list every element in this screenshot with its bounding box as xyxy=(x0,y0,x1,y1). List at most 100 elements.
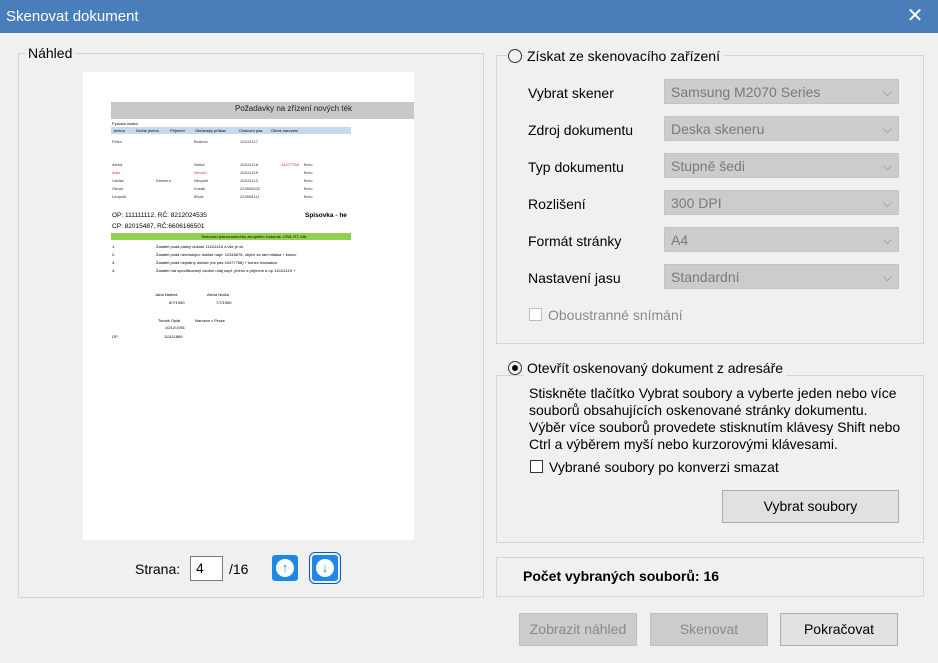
field-combo-value: Deska skeneru xyxy=(671,121,765,137)
preview-cell: Artur xyxy=(112,170,121,175)
preview-cell: 111111118 xyxy=(240,162,258,167)
arrow-down-circle-icon: ↓ xyxy=(316,559,334,577)
preview-op-line2: CP: 82015487, RČ:6606166501 xyxy=(112,223,205,230)
field-label: Zdroj dokumentu xyxy=(528,122,634,138)
preview-green-text: Testovací jednoznačného zkrojného čudami… xyxy=(201,234,307,239)
preview-column-header: Okres narození xyxy=(271,128,299,133)
close-icon[interactable]: ✕ xyxy=(892,0,938,33)
preview-cell: Brno xyxy=(304,170,313,175)
total-pages: /16 xyxy=(229,561,249,577)
chevron-down-icon: ⌵ xyxy=(882,270,892,284)
preview-item-number: 1. xyxy=(112,244,116,249)
chevron-down-icon: ⌵ xyxy=(882,159,892,173)
preview-item-number: 2. xyxy=(112,252,116,257)
preview-column-header: Jméno xyxy=(113,128,126,133)
field-label: Nastavení jasu xyxy=(528,270,621,286)
page-number-input[interactable]: 4 xyxy=(190,556,223,581)
preview-column-header: Cestovní pas xyxy=(239,128,263,133)
page-label: Strana: xyxy=(135,561,181,577)
preview-item-text: Žadatel podá platný doklad 111111118 a v… xyxy=(156,244,244,249)
preview-cell: Leopold xyxy=(112,194,127,199)
field-combo-value: Samsung M2070 Series xyxy=(671,84,821,100)
preview-cell: 111111119 xyxy=(240,170,258,175)
preview-sig3-date: 10/12/1951 xyxy=(165,325,186,330)
title-bar: Skenovat dokument ✕ xyxy=(0,0,938,33)
scanner-radio[interactable] xyxy=(508,49,522,63)
window-title: Skenovat dokument xyxy=(6,8,139,25)
chevron-down-icon: ⌵ xyxy=(882,196,892,210)
delete-after-conversion-checkbox[interactable] xyxy=(530,460,543,473)
folder-radio-label[interactable]: Otevřít oskenovaný dokument z adresáře xyxy=(524,360,787,376)
chevron-down-icon: ⌵ xyxy=(882,233,892,247)
preview-doc-small-label: Fyzická osoba xyxy=(112,121,138,126)
preview-cell: Václav xyxy=(112,178,125,183)
preview-item-text: Žadatel podá neplatný doklad (viz pas 44… xyxy=(156,260,278,265)
field-combo-value: Stupně šedi xyxy=(671,158,745,174)
preview-column-header: Příjmení xyxy=(170,128,185,133)
field-label: Formát stránky xyxy=(528,233,622,249)
field-combo-value: A4 xyxy=(671,232,689,248)
preview-sig2-name: Alena Nutká xyxy=(207,292,229,297)
selected-files-count: Počet vybraných souborů: 16 xyxy=(523,568,720,584)
scan-button[interactable]: Skenovat xyxy=(650,613,768,646)
field-combo[interactable]: Deska skeneru ⌵ xyxy=(664,116,899,141)
preview-cell: Nevyšel xyxy=(194,178,209,183)
preview-op-right: Spisovka - he xyxy=(305,212,347,219)
next-page-button[interactable]: ↓ xyxy=(309,552,341,584)
preview-cell: Brno xyxy=(304,178,313,183)
scanner-radio-label[interactable]: Získat ze skenovacího zařízení xyxy=(524,48,723,64)
field-combo[interactable]: Standardní ⌵ xyxy=(664,264,899,289)
continue-button[interactable]: Pokračovat xyxy=(780,613,898,646)
preview-cell: 222808332 xyxy=(240,186,261,191)
field-label: Vybrat skener xyxy=(528,85,614,101)
preview-sig3-name: Tomáš Opial xyxy=(158,318,181,323)
preview-cell: 222808111 xyxy=(240,194,260,199)
preview-cell: 111111117 xyxy=(240,139,258,144)
preview-cell: 111111110 xyxy=(240,178,258,183)
select-files-button[interactable]: Vybrat soubory xyxy=(722,490,899,523)
delete-after-conversion-label: Vybrané soubory po konverzi smazat xyxy=(549,459,779,475)
show-preview-button[interactable]: Zobrazit náhled xyxy=(519,613,637,646)
field-combo[interactable]: A4 ⌵ xyxy=(664,227,899,252)
folder-radio-dot xyxy=(512,365,518,371)
preview-column-header: Občanský průkaz xyxy=(195,128,226,133)
preview-cell: Bodová xyxy=(194,139,208,144)
field-combo[interactable]: Samsung M2070 Series ⌵ xyxy=(664,79,899,104)
preview-item-number: 4. xyxy=(112,268,116,273)
field-label: Rozlišení xyxy=(528,196,586,212)
preview-cell: 44477768 xyxy=(281,162,299,167)
field-combo[interactable]: Stupně šedi ⌵ xyxy=(664,153,899,178)
duplex-label: Oboustranné snímání xyxy=(548,307,683,323)
preview-item-number: 3. xyxy=(112,260,116,265)
prev-page-button[interactable]: ↑ xyxy=(272,555,298,581)
preview-item-text: Žadatel má specifikovaný osobní údaj nap… xyxy=(156,268,296,273)
preview-cell: Brno xyxy=(304,162,313,167)
preview-item-text: Žadatel podá neexistující doklad např. 1… xyxy=(156,252,297,257)
preview-op-value: 111111889 xyxy=(164,334,183,339)
arrow-up-circle-icon: ↑ xyxy=(276,559,294,577)
folder-radio[interactable] xyxy=(508,361,522,375)
preview-cell: Nutká xyxy=(194,162,205,167)
field-combo-value: Standardní xyxy=(671,269,740,285)
preview-cell: Otmar xyxy=(112,186,124,191)
chevron-down-icon: ⌵ xyxy=(882,122,892,136)
preview-cell: Alena xyxy=(112,162,123,167)
preview-cell: Kusák xyxy=(194,186,206,191)
chevron-down-icon: ⌵ xyxy=(882,85,892,99)
preview-doc-header: Požadavky na zřízení nových ték xyxy=(235,104,352,113)
preview-op-line1: OP: 111111112, RČ: 8212024535 xyxy=(112,212,207,219)
preview-cell: Brno xyxy=(304,194,313,199)
preview-cell: Bříza xyxy=(194,194,204,199)
preview-column-header: Druhé jméno xyxy=(136,128,159,133)
document-preview: Požadavky na zřízení nových ték Fyzická … xyxy=(83,72,414,540)
field-label: Typ dokumentu xyxy=(528,159,624,175)
duplex-checkbox[interactable] xyxy=(529,308,542,321)
preview-sig3-place: Narozen v Praze xyxy=(195,318,225,323)
preview-sig2-date: 7/7/1960 xyxy=(216,300,232,305)
preview-cell: Neuzel xyxy=(194,170,207,175)
preview-sig1-name: Jana Nalená xyxy=(155,292,178,297)
preview-sig1-date: 8/7/1950 xyxy=(169,300,185,305)
preview-cell: Klement xyxy=(156,178,171,183)
field-combo[interactable]: 300 DPI ⌵ xyxy=(664,190,899,215)
folder-description: Stiskněte tlačítko Vybrat soubory a vybe… xyxy=(529,385,901,452)
